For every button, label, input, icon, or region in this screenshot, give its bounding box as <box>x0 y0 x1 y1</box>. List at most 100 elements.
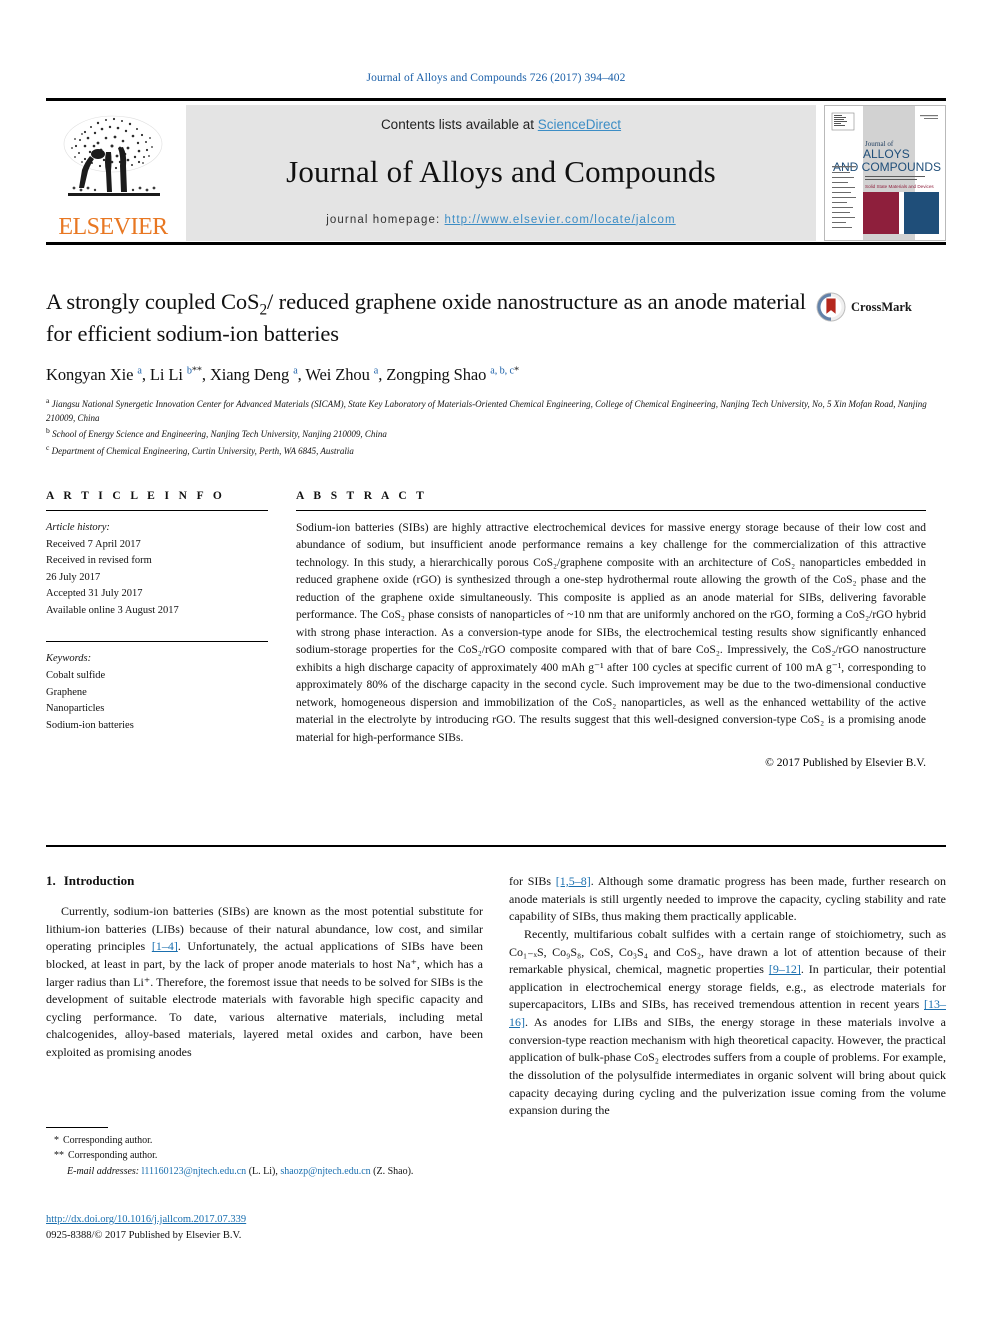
affiliation-item: b School of Energy Science and Engineeri… <box>46 425 946 442</box>
title-block: A strongly coupled CoS2/ reduced graphen… <box>46 288 946 458</box>
citation-link[interactable]: [9–12] <box>769 962 801 976</box>
affiliation-text: Jiangsu National Synergetic Innovation C… <box>46 399 927 423</box>
svg-text:Solid State Materials and Devi: Solid State Materials and Devices <box>865 184 934 189</box>
crossmark-label: CrossMark <box>851 299 912 314</box>
elsevier-logo: ELSEVIER <box>46 105 180 241</box>
contents-prefix: Contents lists available at <box>380 116 538 132</box>
affiliation-mark: a <box>46 396 50 406</box>
affiliation-item: c Department of Chemical Engineering, Cu… <box>46 442 946 459</box>
affiliation-text: Department of Chemical Engineering, Curt… <box>51 445 354 456</box>
author-corr-mark[interactable]: * <box>514 366 519 377</box>
author-sep: , <box>141 365 150 385</box>
page-title: A strongly coupled CoS2/ reduced graphen… <box>46 288 816 348</box>
footnote-text: Corresponding author. <box>68 1150 158 1162</box>
doi-link[interactable]: http://dx.doi.org/10.1016/j.jallcom.2017… <box>46 1214 246 1225</box>
author-name: Wei Zhou <box>305 365 370 385</box>
title-part-1: A strongly coupled CoS <box>46 289 260 314</box>
keywords-rule <box>46 641 268 643</box>
author-item: Kongyan Xie a <box>46 365 142 384</box>
author-name: Li Li <box>149 365 183 385</box>
body-top-rule <box>46 845 946 847</box>
body-column-left: 1. Introduction Currently, sodium-ion bat… <box>46 873 483 1120</box>
email-link-shao[interactable]: shaozp@njtech.edu.cn <box>280 1166 370 1177</box>
article-history-block: Article history: Received 7 April 2017 R… <box>46 520 268 619</box>
journal-cover-thumbnail: Journal of ALLOYS AND COMPOUNDS Solid St… <box>824 105 946 241</box>
abstract-heading: A B S T R A C T <box>296 490 428 502</box>
abstract-copyright: © 2017 Published by Elsevier B.V. <box>765 757 926 770</box>
contents-available-line: Contents lists available at ScienceDirec… <box>381 117 621 132</box>
elsevier-tree-icon <box>63 115 163 196</box>
email-owner-shao: (Z. Shao). <box>373 1166 414 1178</box>
author-name: Xiang Deng <box>209 365 290 385</box>
homepage-prefix: journal homepage: <box>326 213 445 226</box>
author-name: Zongping Shao <box>386 365 487 385</box>
journal-homepage-line: journal homepage: http://www.elsevier.co… <box>326 214 675 226</box>
issn-copyright-line: 0925-8388/© 2017 Published by Elsevier B… <box>46 1229 242 1241</box>
running-head: Journal of Alloys and Compounds 726 (201… <box>366 72 626 84</box>
author-item: Li Li b** <box>150 365 202 384</box>
footnote-mark: ** <box>54 1150 64 1162</box>
keyword-item: Nanoparticles <box>46 703 105 715</box>
section-title: Introduction <box>63 873 135 888</box>
body-columns: 1. Introduction Currently, sodium-ion bat… <box>46 873 946 1120</box>
article-info-column: A R T I C L E I N F O Article history: R… <box>46 490 268 769</box>
history-item: Received 7 April 2017 <box>46 538 141 550</box>
article-info-heading: A R T I C L E I N F O <box>46 490 226 502</box>
masthead-top-rule <box>46 98 946 101</box>
abstract-column: A B S T R A C T Sodium-ion batteries (SI… <box>296 490 926 769</box>
author-affil-mark[interactable]: a, b, c <box>490 366 514 377</box>
history-item: 26 July 2017 <box>46 571 101 583</box>
email-owner-li: (L. Li) <box>248 1166 276 1178</box>
masthead-bottom-rule <box>46 242 946 245</box>
author-item: Zongping Shao a, b, c* <box>386 365 519 384</box>
journal-title: Journal of Alloys and Compounds <box>286 153 716 189</box>
history-item: Received in revised form <box>46 555 152 567</box>
footnote-text: Corresponding author. <box>63 1135 153 1146</box>
keyword-item: Cobalt sulfide <box>46 670 106 682</box>
affiliation-list: a Jiangsu National Synergetic Innovation… <box>46 395 946 458</box>
footnote-block: * Corresponding author. ** Corresponding a… <box>46 1127 483 1180</box>
crossmark-badge[interactable]: CrossMark <box>816 292 928 322</box>
footnote-rule <box>46 1127 108 1128</box>
paper-page: Journal of Alloys and Compounds 726 (201… <box>0 0 992 1323</box>
body-column-right: for SIBs [1,5–8]. Although some dramatic… <box>509 873 946 1120</box>
paragraph-text: . Unfortunately, the actual applications… <box>46 939 484 1059</box>
affiliation-mark: b <box>46 426 50 436</box>
affiliation-text: School of Energy Science and Engineering… <box>52 429 387 440</box>
affiliation-mark: c <box>46 442 50 452</box>
author-corr-mark[interactable]: ** <box>192 366 202 377</box>
masthead-band: Contents lists available at ScienceDirec… <box>186 105 816 241</box>
crossmark-icon <box>816 292 846 322</box>
history-item: Accepted 31 July 2017 <box>46 588 143 600</box>
abstract-text: Sodium-ion batteries (SIBs) are highly a… <box>296 522 926 744</box>
section-heading-introduction: 1. Introduction <box>46 873 483 889</box>
keywords-block: Keywords: Cobalt sulfide Graphene Nanopa… <box>46 641 268 734</box>
affiliation-item: a Jiangsu National Synergetic Innovation… <box>46 395 946 425</box>
author-sep: , <box>201 365 210 385</box>
svg-text:ALLOYS: ALLOYS <box>863 147 910 161</box>
elsevier-wordmark: ELSEVIER <box>58 214 168 240</box>
journal-masthead: ELSEVIER Contents lists available at Sci… <box>46 98 946 241</box>
paragraph-text: . As anodes for LIBs and SIBs, the energ… <box>509 1015 946 1118</box>
author-item: Xiang Deng a <box>210 365 298 384</box>
sciencedirect-link[interactable]: ScienceDirect <box>538 117 621 132</box>
footnote-emails: E-mail addresses: l11160123@njtech.edu.c… <box>67 1166 414 1178</box>
citation-link[interactable]: [1,5–8] <box>556 874 591 888</box>
footnote-corresponding-2: ** Corresponding author. <box>46 1148 483 1163</box>
author-item: Wei Zhou a <box>305 365 378 384</box>
title-subscript: 2 <box>259 301 267 319</box>
keywords-label: Keywords: <box>46 653 92 665</box>
info-abstract-region: A R T I C L E I N F O Article history: R… <box>46 490 946 769</box>
doi-block: http://dx.doi.org/10.1016/j.jallcom.2017… <box>46 1212 483 1244</box>
article-info-rule <box>46 510 268 511</box>
author-list: Kongyan Xie a, Li Li b**, Xiang Deng a, … <box>46 365 946 385</box>
paragraph: for SIBs [1,5–8]. Although some dramatic… <box>509 873 946 926</box>
footnote-mark: * <box>54 1135 59 1146</box>
journal-homepage-link[interactable]: http://www.elsevier.com/locate/jalcom <box>445 214 676 226</box>
paragraph: Recently, multifarious cobalt sulfides w… <box>509 926 946 1120</box>
author-name: Kongyan Xie <box>46 365 134 385</box>
citation-link[interactable]: [1–4] <box>152 939 178 953</box>
history-item: Available online 3 August 2017 <box>46 604 179 616</box>
abstract-rule <box>296 510 926 511</box>
email-link-li[interactable]: l11160123@njtech.edu.cn <box>142 1166 247 1177</box>
